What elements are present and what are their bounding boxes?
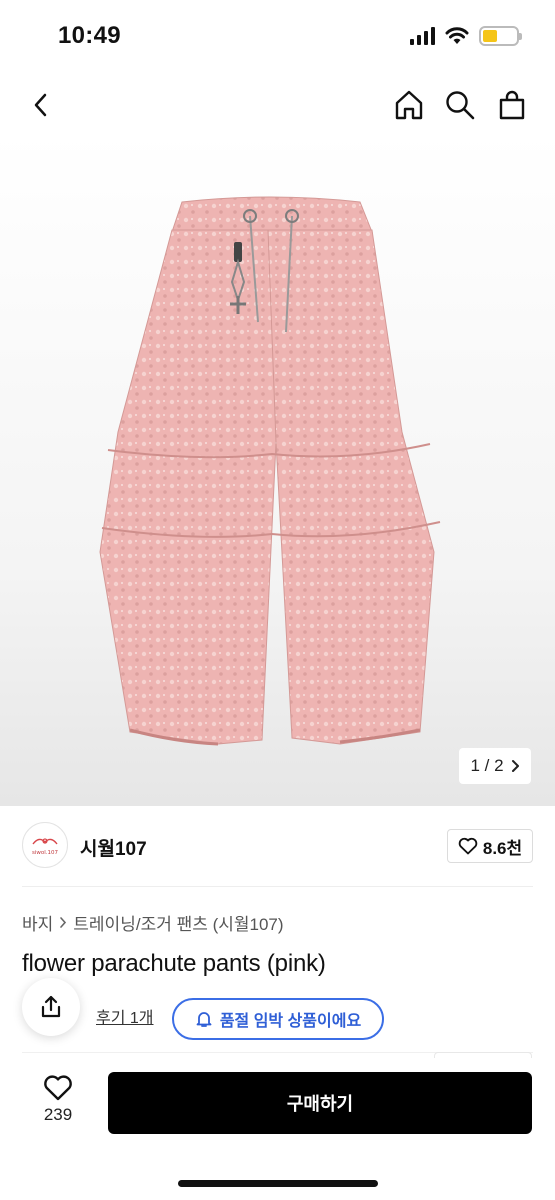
shop-logo-image: siwol.107	[32, 838, 59, 856]
home-button[interactable]	[390, 86, 428, 124]
battery-icon	[479, 26, 522, 46]
breadcrumb-category[interactable]: 바지	[22, 910, 53, 935]
chevron-right-icon	[60, 917, 67, 928]
shop-like-button[interactable]: 8.6천	[447, 829, 533, 863]
status-icons	[410, 26, 522, 46]
shop-like-count: 8.6천	[482, 838, 523, 858]
bottom-action-bar: 239 구매하기	[0, 1058, 555, 1200]
breadcrumb-subcategory[interactable]: 트레이닝/조거 팬츠 (시월107)	[73, 910, 283, 935]
product-image	[99, 196, 441, 746]
shopping-bag-button[interactable]	[493, 86, 531, 124]
search-icon	[446, 91, 475, 120]
cellular-signal-icon	[410, 27, 435, 45]
status-time: 10:49	[58, 22, 121, 49]
chevron-right-icon	[511, 760, 519, 772]
page-indicator-text: 1 / 2	[470, 756, 504, 775]
chevron-left-icon	[34, 93, 47, 117]
share-button[interactable]	[22, 978, 80, 1036]
heart-icon	[44, 1075, 72, 1101]
shop-logo-text: siwol.107	[32, 850, 59, 856]
product-title: flower parachute pants (pink)	[22, 950, 326, 977]
product-image-carousel[interactable]: 1 / 2	[0, 132, 555, 806]
soldout-soon-text: 품절 임박 상품이에요	[219, 1013, 362, 1030]
shop-logo[interactable]: siwol.107	[22, 822, 68, 868]
wishlist-button[interactable]: 239	[30, 1074, 86, 1134]
breadcrumb: 바지 트레이닝/조거 팬츠 (시월107)	[22, 910, 284, 935]
bell-icon	[196, 1012, 212, 1027]
soldout-soon-badge: 품절 임박 상품이에요	[172, 998, 384, 1040]
wifi-icon	[445, 27, 469, 44]
image-page-indicator[interactable]: 1 / 2	[459, 748, 531, 784]
divider	[22, 886, 533, 887]
home-icon	[395, 90, 423, 120]
heart-icon	[458, 837, 478, 855]
review-link[interactable]: 후기 1개	[96, 1004, 154, 1028]
shopping-bag-icon	[499, 90, 525, 120]
home-indicator	[178, 1180, 378, 1187]
search-button[interactable]	[441, 86, 479, 124]
share-icon	[41, 995, 61, 1018]
shop-row: siwol.107 시월107 8.6천	[22, 818, 533, 872]
back-button[interactable]	[22, 86, 60, 124]
status-bar: 10:49	[0, 0, 555, 72]
buy-button[interactable]: 구매하기	[108, 1072, 532, 1134]
wishlist-count: 239	[43, 1105, 73, 1124]
top-navigation	[0, 78, 555, 132]
shop-name[interactable]: 시월107	[80, 834, 147, 861]
